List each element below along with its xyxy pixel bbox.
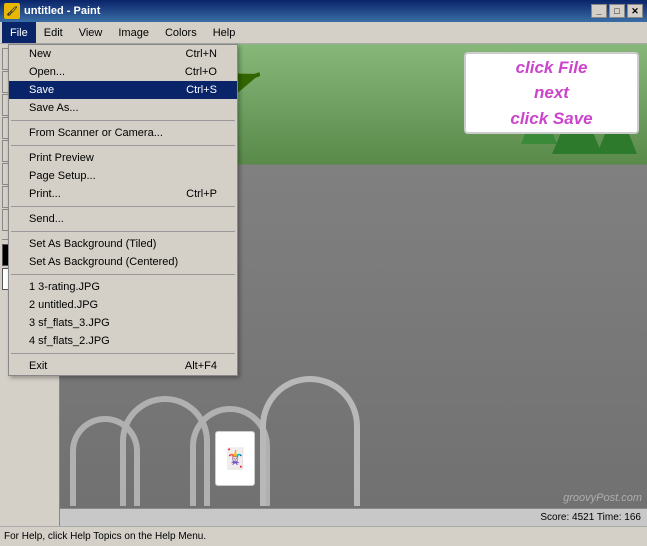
menu-item-new[interactable]: New Ctrl+N bbox=[9, 45, 237, 63]
status-text: For Help, click Help Topics on the Help … bbox=[4, 531, 206, 542]
separator-3 bbox=[11, 206, 235, 207]
window-controls: _ □ ✕ bbox=[591, 4, 643, 18]
menu-file[interactable]: File bbox=[2, 22, 36, 43]
playing-card: 🃏 bbox=[215, 431, 255, 486]
score-text: Score: 4521 Time: 166 bbox=[540, 512, 641, 523]
menu-bar: File Edit View Image Colors Help bbox=[0, 22, 647, 44]
app-icon: 🖌 bbox=[4, 3, 20, 19]
annotation-line1: click File bbox=[516, 55, 588, 81]
menu-edit[interactable]: Edit bbox=[36, 22, 71, 43]
menu-image[interactable]: Image bbox=[110, 22, 157, 43]
menu-item-recent-4[interactable]: 4 sf_flats_2.JPG bbox=[9, 332, 237, 350]
menu-item-pagesetup[interactable]: Page Setup... bbox=[9, 167, 237, 185]
window-title: untitled - Paint bbox=[24, 5, 591, 17]
score-bar: Score: 4521 Time: 166 bbox=[60, 508, 647, 526]
menu-item-recent-1[interactable]: 1 3-rating.JPG bbox=[9, 278, 237, 296]
separator-1 bbox=[11, 120, 235, 121]
arch-4 bbox=[260, 376, 360, 506]
annotation-line2: next bbox=[534, 80, 569, 106]
separator-6 bbox=[11, 353, 235, 354]
menu-item-bg-tiled[interactable]: Set As Background (Tiled) bbox=[9, 235, 237, 253]
menu-colors[interactable]: Colors bbox=[157, 22, 205, 43]
separator-5 bbox=[11, 274, 235, 275]
menu-item-print[interactable]: Print... Ctrl+P bbox=[9, 185, 237, 203]
annotation-line3: click Save bbox=[510, 106, 592, 132]
menu-item-exit[interactable]: Exit Alt+F4 bbox=[9, 357, 237, 375]
menu-item-recent-2[interactable]: 2 untitled.JPG bbox=[9, 296, 237, 314]
menu-help[interactable]: Help bbox=[205, 22, 244, 43]
separator-4 bbox=[11, 231, 235, 232]
maximize-button[interactable]: □ bbox=[609, 4, 625, 18]
menu-item-scanner[interactable]: From Scanner or Camera... bbox=[9, 124, 237, 142]
close-button[interactable]: ✕ bbox=[627, 4, 643, 18]
menu-item-printpreview[interactable]: Print Preview bbox=[9, 149, 237, 167]
menu-item-bg-centered[interactable]: Set As Background (Centered) bbox=[9, 253, 237, 271]
menu-item-open[interactable]: Open... Ctrl+O bbox=[9, 63, 237, 81]
status-bar: For Help, click Help Topics on the Help … bbox=[0, 526, 647, 546]
menu-view[interactable]: View bbox=[71, 22, 111, 43]
separator-2 bbox=[11, 145, 235, 146]
menu-item-send[interactable]: Send... bbox=[9, 210, 237, 228]
minimize-button[interactable]: _ bbox=[591, 4, 607, 18]
watermark: groovyPost.com bbox=[563, 492, 642, 504]
menu-item-recent-3[interactable]: 3 sf_flats_3.JPG bbox=[9, 314, 237, 332]
file-menu-dropdown: New Ctrl+N Open... Ctrl+O Save Ctrl+S Sa… bbox=[8, 44, 238, 376]
menu-item-save[interactable]: Save Ctrl+S bbox=[9, 81, 237, 99]
annotation-box: click File next click Save bbox=[464, 52, 639, 134]
menu-item-saveas[interactable]: Save As... bbox=[9, 99, 237, 117]
title-bar: 🖌 untitled - Paint _ □ ✕ bbox=[0, 0, 647, 22]
